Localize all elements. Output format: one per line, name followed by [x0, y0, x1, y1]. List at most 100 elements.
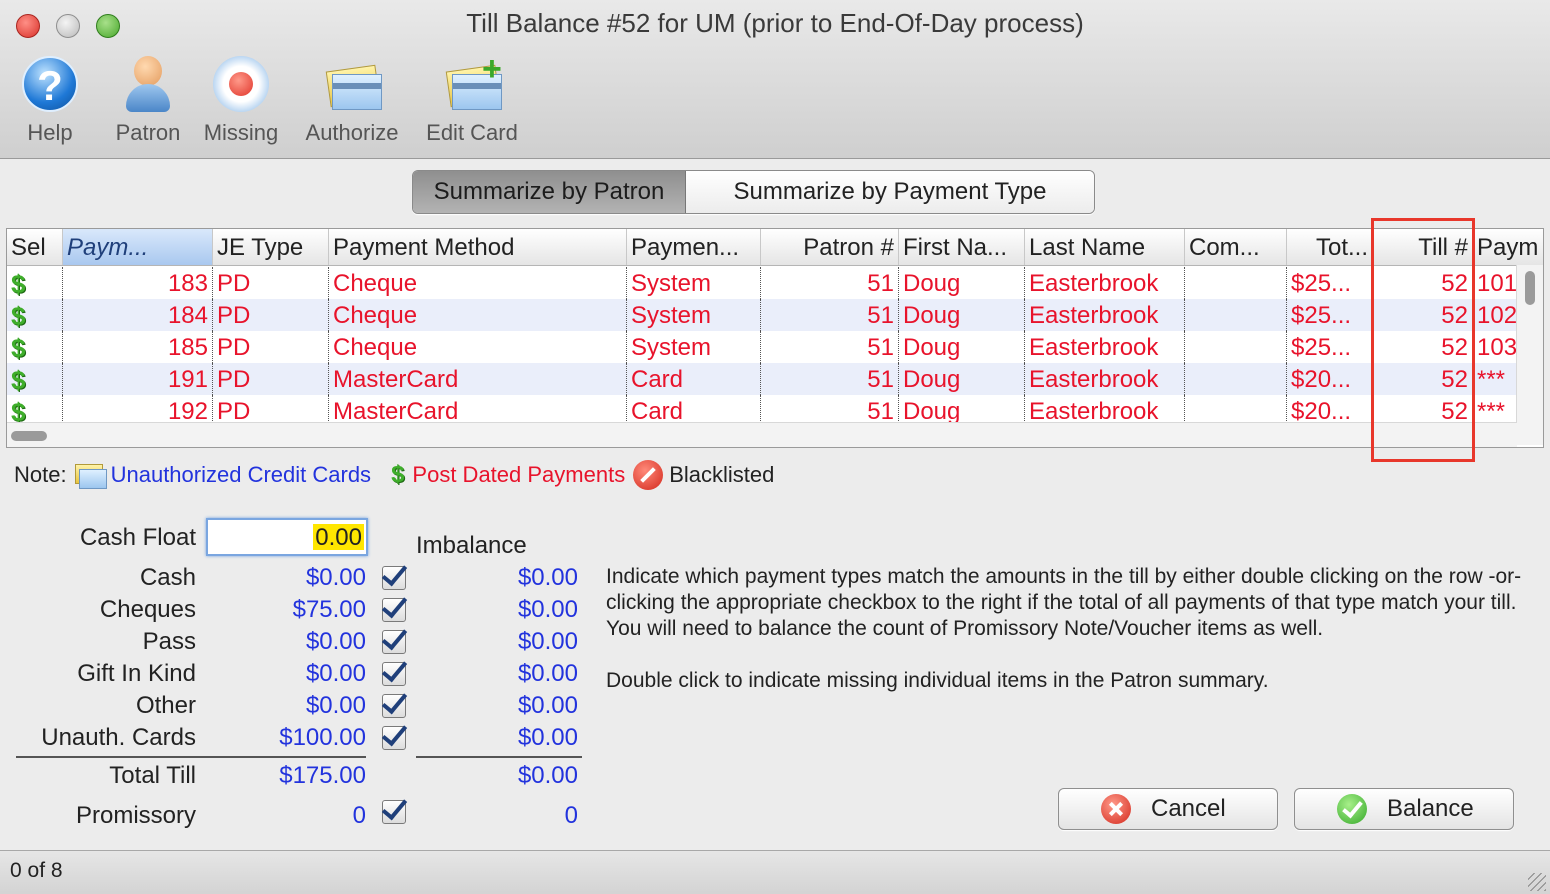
post-dated-dollar-icon: $	[7, 299, 63, 331]
instructions-paragraph-1: Indicate which payment types match the a…	[606, 565, 1522, 640]
promissory-label: Promissory	[75, 802, 196, 829]
cell-payment-source: System	[627, 331, 761, 363]
unauth-cards-amount: $100.00	[279, 724, 366, 751]
cash-float-label: Cash Float	[79, 524, 196, 551]
missing-button[interactable]: Missing	[200, 54, 282, 146]
till-column-highlight-box	[1371, 218, 1475, 462]
pass-amount: $0.00	[305, 628, 366, 655]
cell-payment-source: System	[627, 267, 761, 299]
legend-note: Note: Unauthorized Credit Cards $ Post D…	[14, 460, 774, 490]
pass-match-checkbox[interactable]	[382, 630, 406, 654]
instructions-text: Indicate which payment types match the a…	[606, 564, 1526, 694]
cell-patron-number: 51	[761, 331, 899, 363]
column-header-payment-method[interactable]: Payment Method	[329, 229, 627, 265]
legend-blacklisted: Blacklisted	[669, 462, 775, 487]
record-count: 0 of 8	[10, 859, 63, 882]
authorize-label: Authorize	[305, 120, 399, 145]
total-till-imbalance: $0.00	[517, 762, 578, 789]
window-title: Till Balance #52 for UM (prior to End-Of…	[466, 8, 1084, 38]
cheques-match-checkbox[interactable]	[382, 598, 406, 622]
cell-first-name: Doug	[899, 331, 1025, 363]
column-header-payment-ref[interactable]: Paym	[1473, 229, 1543, 265]
cancel-icon	[1101, 794, 1131, 824]
column-header-total[interactable]: Tot...	[1287, 229, 1373, 265]
unauth-cards-match-checkbox[interactable]	[382, 726, 406, 750]
cell-payment-id: 191	[63, 363, 213, 395]
authorize-button[interactable]: Authorize	[300, 54, 404, 146]
cancel-button[interactable]: Cancel	[1058, 788, 1278, 830]
missing-label: Missing	[203, 120, 279, 145]
column-header-sel[interactable]: Sel	[7, 229, 63, 265]
cell-patron-number: 51	[761, 299, 899, 331]
column-header-payment-source[interactable]: Paymen...	[627, 229, 761, 265]
checkmark-icon	[1337, 794, 1367, 824]
cheques-amount: $75.00	[292, 596, 366, 623]
cell-total: $25...	[1287, 331, 1373, 363]
cash-match-checkbox[interactable]	[382, 566, 406, 590]
other-amount: $0.00	[305, 692, 366, 719]
table-row[interactable]: $ 191 PD MasterCard Card 51 Doug Easterb…	[7, 363, 1517, 395]
table-row[interactable]: $ 185 PD Cheque System 51 Doug Easterbro…	[7, 331, 1517, 363]
cell-je-type: PD	[213, 267, 329, 299]
horizontal-scroll-thumb[interactable]	[11, 431, 47, 441]
promissory-imbalance: 0	[564, 802, 578, 829]
patron-icon	[118, 54, 178, 116]
cell-comment	[1185, 363, 1287, 395]
vertical-scroll-thumb[interactable]	[1525, 271, 1535, 305]
pass-imbalance: $0.00	[517, 628, 578, 655]
cell-patron-number: 51	[761, 363, 899, 395]
note-label: Note:	[14, 462, 67, 487]
help-icon: ?	[22, 56, 78, 112]
cell-je-type: PD	[213, 363, 329, 395]
post-dated-dollar-icon: $	[7, 267, 63, 299]
column-header-comment[interactable]: Com...	[1185, 229, 1287, 265]
edit-card-button[interactable]: + Edit Card	[422, 52, 522, 146]
gift-in-kind-amount: $0.00	[305, 660, 366, 687]
blacklist-icon	[633, 460, 664, 490]
cell-total: $20...	[1287, 363, 1373, 395]
cell-payment-ref: 103	[1477, 334, 1517, 361]
gift-in-kind-match-checkbox[interactable]	[382, 662, 406, 686]
help-button[interactable]: ? Help	[14, 54, 86, 146]
status-bar: 0 of 8	[0, 850, 1550, 894]
cell-first-name: Doug	[899, 267, 1025, 299]
cell-payment-ref: ***	[1477, 366, 1506, 393]
cell-comment	[1185, 299, 1287, 331]
cash-float-input[interactable]: 0.00	[206, 518, 368, 556]
promissory-match-checkbox[interactable]	[382, 800, 406, 824]
column-header-last-name[interactable]: Last Name	[1025, 229, 1185, 265]
resize-grip-icon[interactable]	[1528, 873, 1546, 891]
cell-payment-source: System	[627, 299, 761, 331]
cancel-button-label: Cancel	[1151, 795, 1226, 822]
promissory-amount: 0	[352, 802, 366, 829]
cell-payment-method: Cheque	[329, 267, 627, 299]
unauth-cards-label: Unauth. Cards	[41, 724, 196, 751]
tab-summarize-by-patron[interactable]: Summarize by Patron	[413, 171, 686, 213]
cell-payment-method: MasterCard	[329, 363, 627, 395]
cell-payment-source: Card	[627, 363, 761, 395]
cell-first-name: Doug	[899, 363, 1025, 395]
cell-payment-method: Cheque	[329, 299, 627, 331]
horizontal-scrollbar[interactable]	[7, 422, 1517, 447]
amount-total-divider	[16, 756, 366, 758]
table-row[interactable]: $ 184 PD Cheque System 51 Doug Easterbro…	[7, 299, 1517, 331]
table-row[interactable]: $ 183 PD Cheque System 51 Doug Easterbro…	[7, 267, 1517, 299]
cell-first-name: Doug	[899, 299, 1025, 331]
tab-summarize-by-payment-type[interactable]: Summarize by Payment Type	[686, 171, 1094, 213]
cell-comment	[1185, 331, 1287, 363]
column-header-je-type[interactable]: JE Type	[213, 229, 329, 265]
post-dated-dollar-icon: $	[7, 331, 63, 363]
cell-total: $25...	[1287, 299, 1373, 331]
column-header-patron-number[interactable]: Patron #	[761, 229, 899, 265]
cell-payment-method: Cheque	[329, 331, 627, 363]
column-header-payment-id[interactable]: Paym...	[63, 229, 213, 265]
total-till-amount: $175.00	[279, 762, 366, 789]
payments-table: Sel Paym... JE Type Payment Method Payme…	[6, 228, 1544, 448]
edit-card-icon: +	[442, 52, 502, 116]
help-label: Help	[27, 120, 73, 145]
balance-button[interactable]: Balance	[1294, 788, 1514, 830]
other-match-checkbox[interactable]	[382, 694, 406, 718]
vertical-scrollbar[interactable]	[1516, 265, 1543, 445]
patron-button[interactable]: Patron	[112, 54, 184, 146]
column-header-first-name[interactable]: First Na...	[899, 229, 1025, 265]
